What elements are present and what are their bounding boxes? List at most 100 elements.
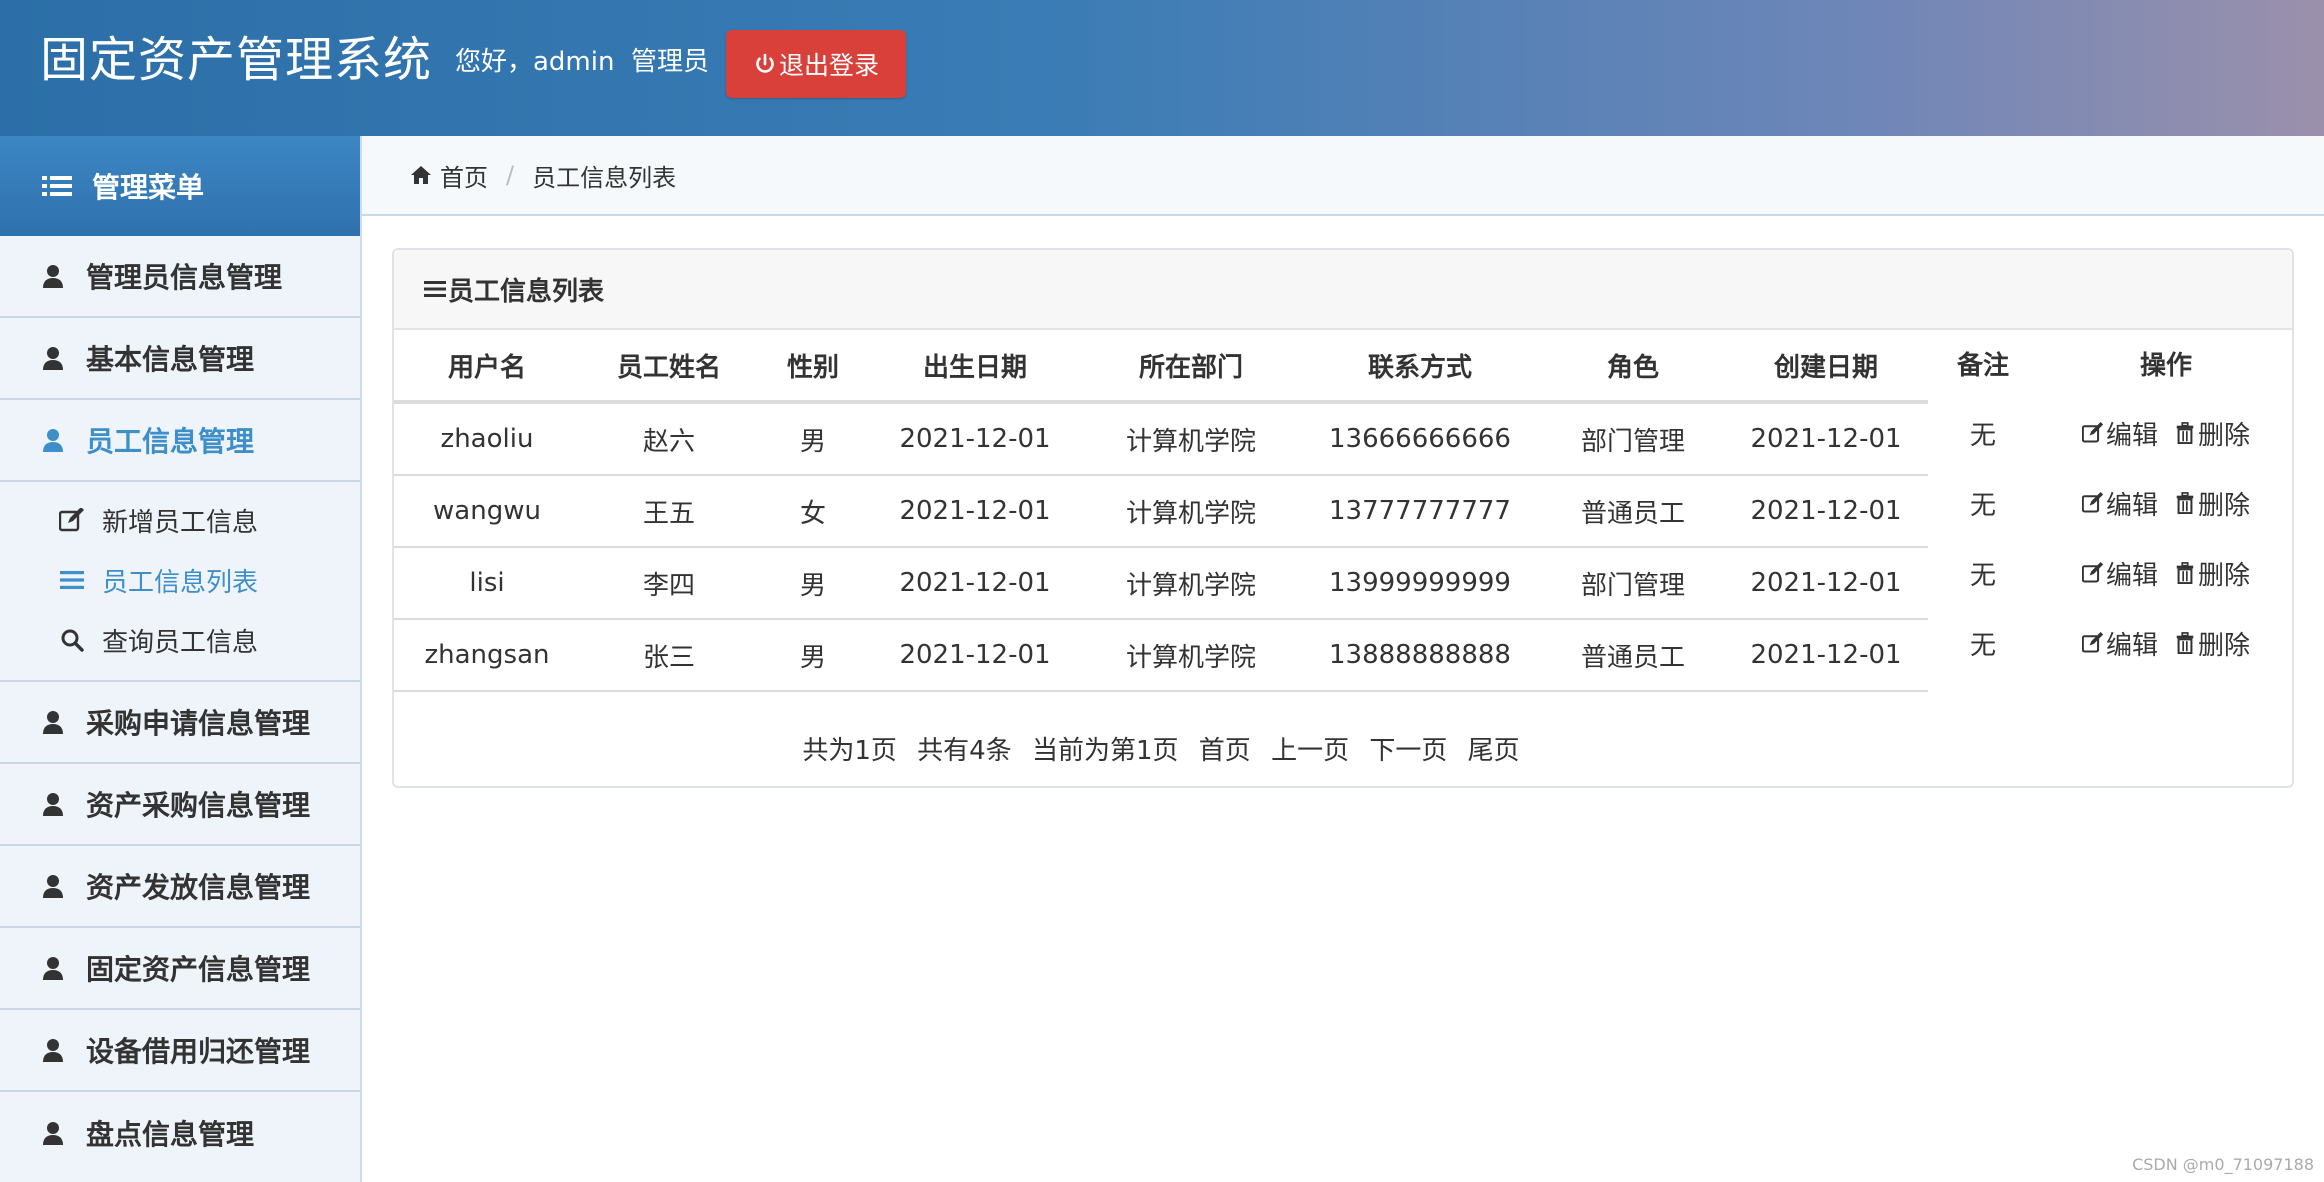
cell-name: 张三 <box>580 619 758 692</box>
cell-department: 计算机学院 <box>1082 547 1300 620</box>
trash-icon <box>2176 562 2194 584</box>
table-row: zhangsan 张三 男 2021-12-01 计算机学院 138888888… <box>394 619 1928 692</box>
edit-button[interactable]: 编辑 <box>2081 485 2158 522</box>
sidebar-item-admin-info[interactable]: 管理员信息管理 <box>0 236 360 318</box>
subitem-employee-list[interactable]: 员工信息列表 <box>0 550 360 610</box>
top-header: 固定资产管理系统 您好，admin 管理员 退出登录 <box>0 0 2324 136</box>
cell-contact: 13777777777 <box>1300 475 1540 548</box>
edit-label: 编辑 <box>2105 630 2158 661</box>
subitem-label: 查询员工信息 <box>102 627 259 658</box>
edit-icon <box>2081 562 2104 583</box>
cell-birthdate: 2021-12-01 <box>868 547 1082 620</box>
edit-icon <box>2081 422 2104 443</box>
cell-name: 王五 <box>580 475 758 548</box>
subitem-search-employee[interactable]: 查询员工信息 <box>0 610 360 670</box>
user-icon <box>43 793 63 816</box>
cell-gender: 男 <box>758 619 868 692</box>
pager-total-items: 共有4条 <box>917 736 1012 766</box>
cell-gender: 男 <box>758 547 868 620</box>
sidebar-item-asset-purchase[interactable]: 资产采购信息管理 <box>0 764 360 846</box>
cell-role: 普通员工 <box>1540 475 1726 548</box>
table-row: wangwu 王五 女 2021-12-01 计算机学院 13777777777… <box>394 475 1928 548</box>
sidebar-item-label: 资产采购信息管理 <box>86 789 311 822</box>
table-row: lisi 李四 男 2021-12-01 计算机学院 13999999999 部… <box>394 547 1928 620</box>
sidebar-item-label: 设备借用归还管理 <box>86 1035 311 1068</box>
pager-current-page: 当前为第1页 <box>1031 736 1179 766</box>
user-icon <box>43 1122 63 1145</box>
delete-label: 删除 <box>2198 490 2251 521</box>
trash-icon <box>2176 422 2194 444</box>
user-icon <box>43 429 63 452</box>
delete-label: 删除 <box>2198 630 2251 661</box>
pager-first-link[interactable]: 首页 <box>1199 736 1251 766</box>
col-header-created: 创建日期 <box>1726 330 1926 404</box>
edit-button[interactable]: 编辑 <box>2081 415 2158 452</box>
sidebar-item-asset-distribution[interactable]: 资产发放信息管理 <box>0 846 360 928</box>
cell-gender: 男 <box>758 402 868 476</box>
edit-button[interactable]: 编辑 <box>2081 625 2158 662</box>
col-header-role: 角色 <box>1540 330 1726 404</box>
sidebar: 管理菜单 管理员信息管理 基本信息管理 员工信息管理 新增员工信息 员工信息列表 <box>0 136 362 1182</box>
cell-created: 2021-12-01 <box>1726 547 1926 620</box>
cell-contact: 13666666666 <box>1300 402 1540 476</box>
user-icon <box>43 347 63 370</box>
cell-created: 2021-12-01 <box>1726 619 1926 692</box>
edit-icon <box>2081 492 2104 513</box>
delete-button[interactable]: 删除 <box>2174 415 2250 452</box>
sidebar-item-basic-info[interactable]: 基本信息管理 <box>0 318 360 400</box>
pager-last-link[interactable]: 尾页 <box>1468 736 1520 766</box>
col-header-actions: 操作 <box>2139 350 2192 381</box>
sidebar-item-employee-info[interactable]: 员工信息管理 <box>0 400 360 482</box>
row-actions: 编辑 删除 <box>2038 608 2294 678</box>
cell-birthdate: 2021-12-01 <box>868 402 1082 476</box>
breadcrumb-separator: / <box>506 161 515 189</box>
delete-button[interactable]: 删除 <box>2174 555 2250 592</box>
edit-label: 编辑 <box>2105 490 2158 521</box>
cell-department: 计算机学院 <box>1082 475 1300 548</box>
cell-remark: 无 <box>1969 630 1996 661</box>
col-header-birthdate: 出生日期 <box>868 330 1082 404</box>
edit-button[interactable]: 编辑 <box>2081 555 2158 592</box>
user-icon <box>43 957 63 980</box>
sidebar-item-label: 资产发放信息管理 <box>86 871 311 904</box>
breadcrumb-current: 员工信息列表 <box>532 163 677 192</box>
remarks-ops-column: 备注 无 无 无 无 操作 编辑 删除 编辑 删除 编辑 删除 编辑 删除 <box>1928 328 2294 678</box>
cell-name: 赵六 <box>580 402 758 476</box>
subitem-add-employee[interactable]: 新增员工信息 <box>0 490 360 550</box>
edit-icon <box>2081 632 2104 653</box>
sidebar-item-label: 采购申请信息管理 <box>86 707 311 740</box>
watermark: CSDN @m0_71097188 <box>2132 1155 2314 1174</box>
logout-label: 退出登录 <box>778 51 879 80</box>
table-header-row: 用户名 员工姓名 性别 出生日期 所在部门 联系方式 角色 创建日期 <box>394 330 1928 404</box>
delete-button[interactable]: 删除 <box>2174 485 2250 522</box>
panel-title: 员工信息列表 <box>448 276 605 307</box>
search-icon <box>58 627 86 653</box>
edit-label: 编辑 <box>2105 420 2158 451</box>
col-header-contact: 联系方式 <box>1300 330 1540 404</box>
app-title: 固定资产管理系统 <box>40 32 433 88</box>
edit-icon <box>58 507 86 533</box>
col-header-remark: 备注 <box>1956 350 2009 381</box>
logout-button[interactable]: 退出登录 <box>726 30 906 98</box>
breadcrumb-home-link[interactable]: 首页 <box>440 158 488 193</box>
sidebar-item-purchase-request[interactable]: 采购申请信息管理 <box>0 682 360 764</box>
sidebar-item-fixed-asset[interactable]: 固定资产信息管理 <box>0 928 360 1010</box>
pagination: 共为1页 共有4条 当前为第1页 首页 上一页 下一页 尾页 <box>394 730 1928 767</box>
sidebar-item-equipment-borrow[interactable]: 设备借用归还管理 <box>0 1010 360 1092</box>
cell-department: 计算机学院 <box>1082 619 1300 692</box>
menu-header: 管理菜单 <box>0 136 360 236</box>
subitem-label: 新增员工信息 <box>102 507 259 538</box>
pager-total-pages: 共为1页 <box>802 736 897 766</box>
subitem-label: 员工信息列表 <box>102 567 259 598</box>
sidebar-item-label: 管理员信息管理 <box>86 261 283 294</box>
trash-icon <box>2176 492 2194 514</box>
pager-next-link[interactable]: 下一页 <box>1369 736 1447 766</box>
sidebar-item-inventory[interactable]: 盘点信息管理 <box>0 1092 360 1174</box>
pager-prev-link[interactable]: 上一页 <box>1271 736 1349 766</box>
menu-title: 管理菜单 <box>92 171 205 204</box>
delete-button[interactable]: 删除 <box>2174 625 2250 662</box>
trash-icon <box>2176 632 2194 654</box>
sidebar-item-label: 员工信息管理 <box>86 425 255 458</box>
power-icon <box>756 53 774 73</box>
cell-created: 2021-12-01 <box>1726 475 1926 548</box>
